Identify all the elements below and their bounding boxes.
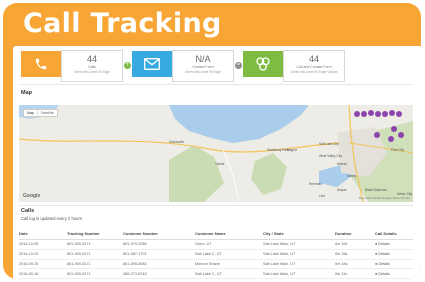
cell-date: 2016-10-02: [19, 249, 67, 260]
map-place-label: Sandy: [347, 174, 356, 178]
cell-duration: 0m 11s: [335, 268, 375, 279]
email-icon: [132, 51, 172, 77]
map-type-map[interactable]: Map: [24, 110, 37, 116]
cell-tracking-number: 801-900-8171: [67, 249, 123, 260]
table-row: 2016-09-25 801-900-8171 801-590-8084 Mon…: [19, 259, 413, 270]
table-header-row: Date Tracking Number Customer Number Cus…: [19, 231, 413, 240]
mountain-range: [251, 153, 287, 195]
map-place-label: Murray: [337, 162, 347, 166]
plus-icon: +: [124, 62, 131, 69]
equals-icon: =: [235, 62, 242, 69]
cell-customer-number: 801-590-8084: [123, 259, 195, 270]
map-type-satellite[interactable]: Satellite: [37, 110, 57, 116]
map-place-label: Lehi: [319, 194, 325, 198]
map[interactable]: Salt Lake City Stansbury Park Tooele Grants…: [19, 105, 413, 202]
map-place-label: West Valley City: [319, 154, 342, 158]
cell-city-state: Salt Lake Main, UT: [263, 239, 335, 250]
cell-customer-number: 801-979-2286: [123, 239, 195, 250]
map-place-label: Grantsville: [169, 140, 184, 144]
col-city-state[interactable]: City / State: [263, 231, 335, 240]
col-duration[interactable]: Duration: [335, 231, 375, 240]
cell-city-state: Salt Lake Main, UT: [263, 268, 335, 279]
great-salt-lake: [169, 105, 309, 143]
cell-tracking-number: 801-900-8171: [67, 239, 123, 250]
calls-section-title: Calls: [21, 208, 35, 214]
cell-customer-number: 385-273-8748: [123, 268, 195, 279]
map-place-label: Park City: [391, 148, 404, 152]
cell-city-state: Salt Lake Main, UT: [263, 259, 335, 270]
stat-calls-and-forms-value: 44: [308, 54, 319, 64]
cell-customer-name: Salt Lake C, UT: [195, 268, 263, 279]
details-button[interactable]: ● Details: [375, 268, 413, 279]
col-date[interactable]: Date: [19, 231, 67, 240]
cell-tracking-number: 801-900-8171: [67, 268, 123, 279]
cell-duration: 0m 32s: [335, 239, 375, 250]
highway-36: [222, 148, 240, 202]
details-button[interactable]: ● Details: [375, 259, 413, 270]
cell-date: 2016-10-05: [19, 239, 67, 250]
stat-calls-and-forms-sub: Green this Level 90 Edge Visitors: [290, 70, 338, 74]
details-button[interactable]: ● Details: [375, 249, 413, 260]
col-tracking-number[interactable]: Tracking Number: [67, 231, 123, 240]
stat-contact-form-sub: Green this Level 90 Edge: [185, 70, 221, 74]
cell-duration: 0m 45s: [335, 259, 375, 270]
col-customer-name[interactable]: Customer Name: [195, 231, 263, 240]
divider: [19, 205, 413, 206]
stat-calls-value: 44: [86, 54, 97, 64]
map-attribution[interactable]: Map data ©2019 Google Terms of Use: [359, 196, 410, 200]
cell-customer-number: 801-587-1701: [123, 249, 195, 260]
map-type-toggle[interactable]: Map Satellite: [23, 109, 58, 117]
map-place-label: Stansbury Park: [267, 148, 289, 152]
call-tracking-card: Call Tracking 44 Calls Green this Level …: [3, 3, 421, 279]
cell-customer-name: Orem, UT: [195, 239, 263, 250]
stat-calls-and-forms: 44 Call and Contact Form Green this Leve…: [283, 50, 345, 82]
col-customer-number[interactable]: Customer Number: [123, 231, 195, 240]
details-button[interactable]: ● Details: [375, 239, 413, 250]
table-row: 2016-10-05 801-900-8171 801-979-2286 Ore…: [19, 239, 413, 250]
table-row: 2016-09-16 801-900-8171 385-273-8748 Sal…: [19, 268, 413, 279]
oquirrh-mountains: [169, 145, 224, 202]
cell-date: 2016-09-25: [19, 259, 67, 270]
table-row: 2016-10-02 801-900-8171 801-587-1701 Sal…: [19, 249, 413, 260]
col-call-details[interactable]: Call Details: [375, 231, 413, 240]
calls-table: Date Tracking Number Customer Number Cus…: [19, 231, 413, 279]
map-canvas: Salt Lake City Stansbury Park Tooele Grants…: [19, 105, 413, 202]
combined-leads-icon: [243, 51, 283, 77]
google-logo: Google: [23, 193, 41, 199]
cell-duration: 0m 28s: [335, 249, 375, 260]
cell-tracking-number: 801-900-8171: [67, 259, 123, 270]
cell-customer-name: Salt Lake C, UT: [195, 249, 263, 260]
stat-calls-sub: Green this Level 90 Edge: [74, 70, 110, 74]
phone-icon: [21, 51, 61, 77]
calls-update-note: Call log is updated every 2 hours: [21, 216, 82, 221]
map-place-label: Black Diamond: [365, 188, 387, 192]
map-place-label: Draper: [337, 188, 348, 192]
map-section-title: Map: [21, 90, 32, 96]
cell-city-state: Salt Lake Main, UT: [263, 249, 335, 260]
cell-customer-name: Monroe Shane: [195, 259, 263, 270]
stat-calls: 44 Calls Green this Level 90 Edge: [61, 50, 123, 82]
cell-date: 2016-09-16: [19, 268, 67, 279]
stat-contact-form-value: N/A: [195, 54, 211, 64]
page-title: Call Tracking: [23, 8, 222, 39]
map-place-label: Herriman: [309, 182, 322, 186]
map-place-label: Magna: [287, 148, 297, 152]
divider: [19, 84, 413, 85]
stat-contact-form: N/A Contact Form Green this Level 90 Edg…: [172, 50, 234, 82]
dashboard-panel: 44 Calls Green this Level 90 Edge + N/A …: [13, 46, 421, 279]
map-place-label: Tooele: [215, 162, 225, 166]
map-place-label: Salt Lake City: [319, 142, 339, 146]
